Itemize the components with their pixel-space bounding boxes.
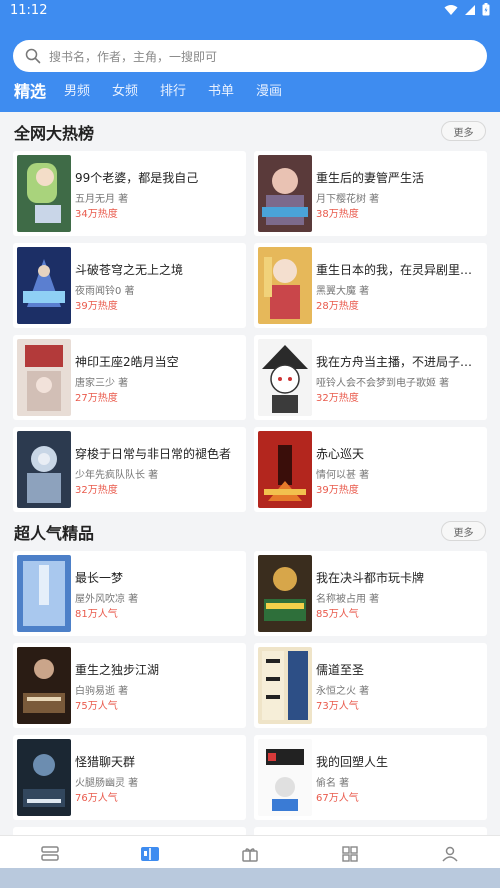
gift-icon[interactable]	[240, 846, 260, 862]
book-cover	[17, 739, 71, 816]
book-card[interactable]: 神印王座2皓月当空 唐家三少 著 27万热度	[13, 335, 246, 420]
book-author: 五月无月 著	[75, 194, 129, 205]
book-title: 神印王座2皓月当空	[75, 355, 179, 369]
gesture-bar	[0, 868, 500, 888]
book-author: 月下樱花树 著	[316, 194, 380, 205]
book-author: 火腿肠幽灵 著	[75, 778, 139, 789]
book-card[interactable]: 99个老婆，都是我自己 五月无月 著 34万热度	[13, 151, 246, 236]
tab-featured[interactable]: 精选	[14, 78, 46, 102]
book-title: 怪猎聊天群	[75, 755, 136, 769]
battery-icon	[482, 3, 490, 16]
book-title: 我在决斗都市玩卡牌	[316, 571, 425, 585]
book-author: 唐家三少 著	[75, 378, 129, 389]
book-title: 重生后的妻管严生活	[316, 171, 425, 185]
book-author: 黑翼大魔 著	[316, 286, 370, 297]
signal-icon	[465, 4, 475, 15]
book-title: 99个老婆，都是我自己	[75, 171, 199, 185]
book-popularity: 67万人气	[316, 793, 359, 804]
book-heat: 32万热度	[316, 393, 359, 404]
book-cover	[258, 155, 312, 232]
book-popularity: 81万人气	[75, 609, 118, 620]
book-author: 哑铃人会不会梦到电子歌姬 著	[316, 378, 450, 389]
search-bar[interactable]: 搜书名，作者，主角，一搜即可	[13, 40, 487, 72]
status-time: 11:12	[10, 3, 48, 18]
book-card[interactable]: 重生之独步江湖 白驹易逝 著 75万人气	[13, 643, 246, 728]
book-author: 夜雨闻铃0 著	[75, 286, 135, 297]
book-popularity: 85万人气	[316, 609, 359, 620]
book-title: 重生日本的我，在灵异剧里开...	[316, 263, 482, 277]
profile-icon[interactable]	[440, 846, 460, 862]
book-cover	[258, 247, 312, 324]
book-cover	[17, 247, 71, 324]
book-cover	[17, 339, 71, 416]
book-card[interactable]: 我在决斗都市玩卡牌 名称被占用 著 85万人气	[254, 551, 487, 636]
more-button-popular[interactable]: 更多	[441, 521, 486, 541]
wifi-icon	[444, 4, 458, 15]
book-cover	[258, 339, 312, 416]
tab-female[interactable]: 女频	[112, 80, 138, 99]
book-author: 偷名 著	[316, 778, 350, 789]
book-title: 斗破苍穹之无上之境	[75, 263, 184, 277]
book-store-icon[interactable]	[140, 846, 160, 862]
book-card[interactable]: 我的回塑人生 偷名 著 67万人气	[254, 735, 487, 820]
book-card[interactable]: 重生日本的我，在灵异剧里开... 黑翼大魔 著 28万热度	[254, 243, 487, 328]
tab-ranking[interactable]: 排行	[160, 80, 186, 99]
book-cover	[258, 431, 312, 508]
tab-booklist[interactable]: 书单	[208, 80, 234, 99]
section-title-popular: 超人气精品	[14, 524, 95, 543]
book-popularity: 73万人气	[316, 701, 359, 712]
tab-male[interactable]: 男频	[64, 80, 90, 99]
book-heat: 32万热度	[75, 485, 118, 496]
book-title: 赤心巡天	[316, 447, 365, 461]
category-grid-icon[interactable]	[340, 846, 360, 862]
search-placeholder: 搜书名，作者，主角，一搜即可	[49, 49, 218, 64]
book-author: 永恒之火 著	[316, 686, 370, 697]
book-title: 儒道至圣	[316, 663, 365, 677]
book-author: 屋外风吹凉 著	[75, 594, 139, 605]
book-card[interactable]: 赤心巡天 情何以甚 著 39万热度	[254, 427, 487, 512]
book-heat: 39万热度	[316, 485, 359, 496]
book-heat: 38万热度	[316, 209, 359, 220]
status-bar: 11:12	[0, 0, 500, 22]
book-card[interactable]: 怪猎聊天群 火腿肠幽灵 著 76万人气	[13, 735, 246, 820]
book-heat: 39万热度	[75, 301, 118, 312]
book-card[interactable]: 最长一梦 屋外风吹凉 著 81万人气	[13, 551, 246, 636]
book-title: 重生之独步江湖	[75, 663, 160, 677]
book-cover	[258, 647, 312, 724]
book-title: 最长一梦	[75, 571, 124, 585]
book-card[interactable]: 重生后的妻管严生活 月下樱花树 著 38万热度	[254, 151, 487, 236]
system-icons	[444, 3, 490, 16]
search-icon	[25, 48, 41, 64]
bookshelf-icon[interactable]	[40, 846, 60, 862]
book-title: 我的回塑人生	[316, 755, 389, 769]
book-author: 名称被占用 著	[316, 594, 380, 605]
header: 11:12 搜书名，作者，主角，一搜即可 精选 男频 女频 排行 书单 漫画	[0, 0, 500, 112]
book-heat: 34万热度	[75, 209, 118, 220]
book-popularity: 75万人气	[75, 701, 118, 712]
book-cover	[17, 647, 71, 724]
book-heat: 28万热度	[316, 301, 359, 312]
book-card[interactable]: 儒道至圣 永恒之火 著 73万人气	[254, 643, 487, 728]
book-cover	[17, 431, 71, 508]
book-card[interactable]: 穿梭于日常与非日常的褪色者 少年先疯队队长 著 32万热度	[13, 427, 246, 512]
book-title: 穿梭于日常与非日常的褪色者	[75, 447, 232, 461]
section-title-hot: 全网大热榜	[14, 124, 95, 143]
book-card[interactable]: 我在方舟当主播，不进局子就... 哑铃人会不会梦到电子歌姬 著 32万热度	[254, 335, 487, 420]
book-cover	[258, 739, 312, 816]
tab-comics[interactable]: 漫画	[256, 80, 282, 99]
book-card[interactable]: 斗破苍穹之无上之境 夜雨闻铃0 著 39万热度	[13, 243, 246, 328]
book-cover	[17, 555, 71, 632]
book-author: 情何以甚 著	[316, 470, 370, 481]
book-popularity: 76万人气	[75, 793, 118, 804]
book-heat: 27万热度	[75, 393, 118, 404]
book-cover	[258, 555, 312, 632]
more-button-hot[interactable]: 更多	[441, 121, 486, 141]
book-author: 白驹易逝 著	[75, 686, 129, 697]
book-author: 少年先疯队队长 著	[75, 470, 159, 481]
bottom-nav	[0, 835, 500, 868]
book-title: 我在方舟当主播，不进局子就...	[316, 355, 482, 369]
book-cover	[17, 155, 71, 232]
